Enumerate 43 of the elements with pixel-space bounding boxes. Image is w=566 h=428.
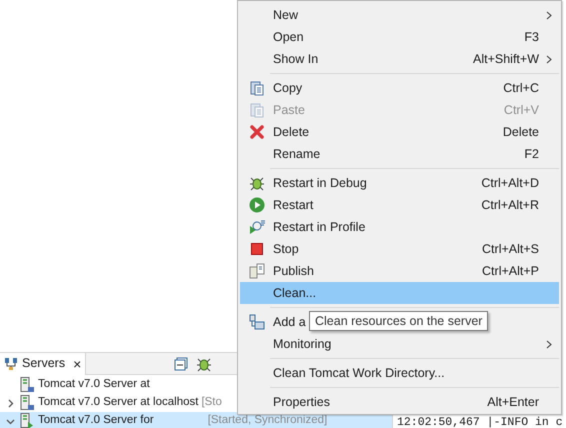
server-row[interactable]: Tomcat v7.0 Server for [Started, Synchronized]: [0, 412, 395, 428]
clipboard-icon: [250, 102, 264, 118]
menu-item[interactable]: Show In Alt+Shift+W: [240, 48, 559, 70]
server-name: Tomcat v7.0 Server at: [38, 377, 150, 392]
menu-item[interactable]: New: [240, 4, 559, 26]
close-icon[interactable]: ×: [73, 356, 82, 370]
tab-label: Servers: [22, 355, 66, 372]
server-name: Tomcat v7.0 Server for: [38, 413, 154, 428]
bug-icon: [248, 175, 264, 191]
chevron-down-icon[interactable]: [6, 416, 14, 426]
profile-icon: [248, 219, 264, 235]
server-icon: [20, 413, 34, 428]
menu-item[interactable]: Monitoring: [240, 333, 559, 355]
menu-item[interactable]: Stop Ctrl+Alt+S: [240, 238, 559, 260]
publish-icon: [248, 263, 264, 279]
menu-item[interactable]: Properties Alt+Enter: [240, 391, 559, 413]
server-name: Tomcat v7.0 Server at localhost: [38, 395, 198, 410]
stop-icon: [250, 243, 262, 255]
menu-item[interactable]: Restart in Debug Ctrl+Alt+D: [240, 172, 559, 194]
server-status: [Started, Synchronized]: [208, 413, 328, 428]
menu-item[interactable]: Clean...: [240, 282, 559, 304]
bug-icon[interactable]: [196, 356, 212, 372]
chevron-right-icon[interactable]: [6, 398, 14, 408]
play-icon: [248, 197, 264, 213]
menu-item[interactable]: Publish Ctrl+Alt+P: [240, 260, 559, 282]
tooltip: Clean resources on the server: [309, 311, 488, 331]
server-icon: [20, 395, 34, 411]
menu-item[interactable]: Restart Ctrl+Alt+R: [240, 194, 559, 216]
servers-tab[interactable]: Servers ×: [0, 352, 86, 374]
menu-item[interactable]: Restart in Profile: [240, 216, 559, 238]
console-line: 12:02:50,467 |-INFO in c: [397, 417, 563, 428]
menu-item[interactable]: Open F3: [240, 26, 559, 48]
delete-icon: [250, 125, 264, 139]
server-icon: [20, 377, 34, 393]
clipboard-icon: [250, 80, 264, 96]
menu-item[interactable]: Copy Ctrl+C: [240, 77, 559, 99]
menu-item[interactable]: Clean Tomcat Work Directory...: [240, 362, 559, 384]
servers-view-icon: [4, 356, 18, 370]
folder-icon: [248, 314, 264, 330]
menu-item[interactable]: Delete Delete: [240, 121, 559, 143]
server-status: [Sto: [201, 395, 222, 410]
menu-item[interactable]: Rename F2: [240, 143, 559, 165]
collapse-icon[interactable]: [174, 356, 188, 370]
